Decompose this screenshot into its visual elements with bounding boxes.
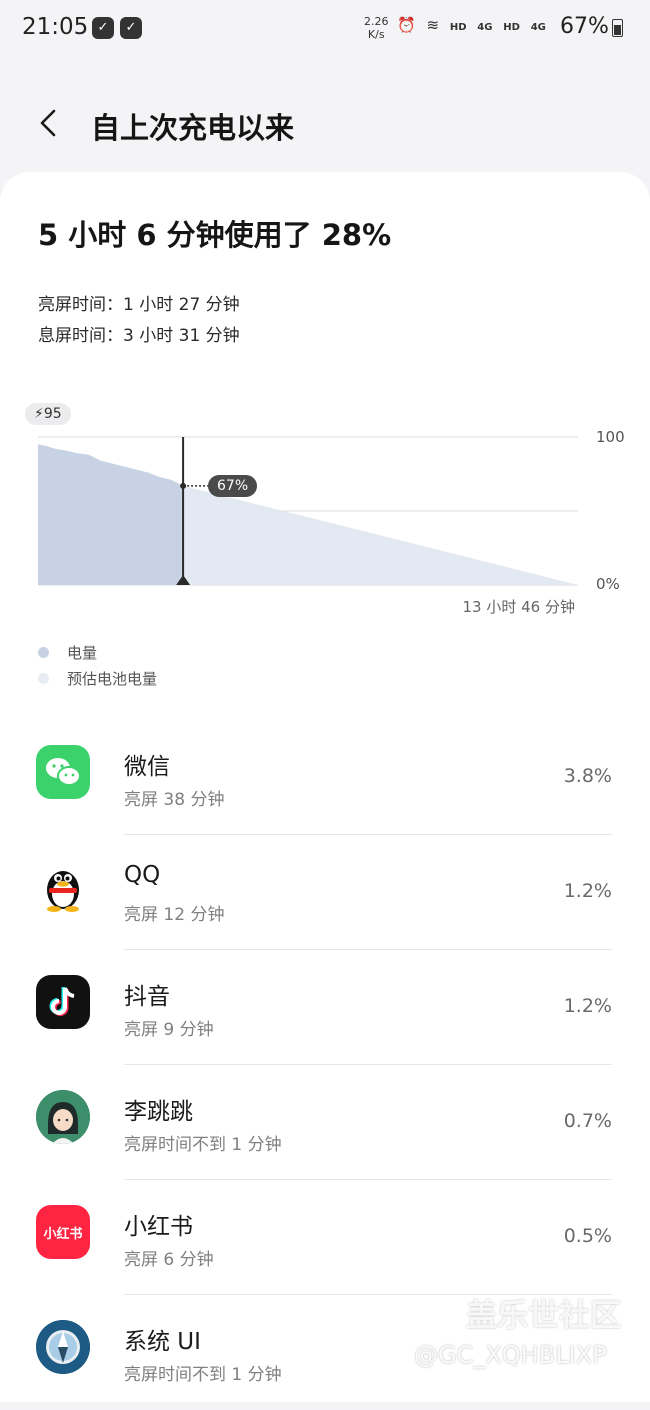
signal-icon: 4G: [477, 22, 493, 33]
watermark-site: 盖乐世社区: [466, 1298, 621, 1334]
battery-usage-card: 5 小时 6 分钟使用了 28% 亮屏时间：1 小时 27 分钟 息屏时间：3 …: [0, 172, 650, 1402]
xiaohongshu-icon: 小红书: [36, 1205, 90, 1259]
battery-level-area: [38, 444, 184, 585]
app-row-qq[interactable]: QQ 亮屏 12 分钟 1.2%: [0, 835, 650, 950]
app-row-wechat[interactable]: 微信 亮屏 38 分钟 3.8%: [0, 720, 650, 835]
hd-badge: HD: [503, 22, 520, 33]
check-notification-icon: ✓: [120, 17, 142, 39]
app-screen-time: 亮屏 6 分钟: [124, 1250, 214, 1270]
app-name: 抖音: [124, 984, 170, 1010]
app-usage-percent: 3.8%: [563, 765, 612, 787]
estimated-duration-label: 13 小时 46 分钟: [462, 598, 575, 616]
app-name: 小红书: [124, 1214, 193, 1240]
usage-summary: 5 小时 6 分钟使用了 28%: [38, 218, 392, 252]
app-row-litiaotiao[interactable]: 李跳跳 亮屏时间不到 1 分钟 0.7%: [0, 1065, 650, 1180]
app-usage-percent: 1.2%: [563, 995, 612, 1017]
estimate-area: [183, 485, 579, 585]
app-screen-time: 亮屏时间不到 1 分钟: [124, 1365, 282, 1385]
wifi-icon: ≋: [426, 16, 440, 34]
battery-chart-svg: [38, 436, 579, 586]
hd-badge: HD: [449, 22, 467, 33]
battery-icon: [612, 19, 623, 37]
app-name: 李跳跳: [124, 1099, 193, 1125]
app-screen-time: 亮屏 38 分钟: [124, 790, 225, 810]
charge-start-badge: ⚡95: [25, 403, 71, 425]
header: 自上次充电以来: [0, 88, 650, 160]
app-row-xiaohongshu[interactable]: 小红书 小红书 亮屏 6 分钟 0.5%: [0, 1180, 650, 1295]
current-level-callout: 67%: [208, 475, 258, 497]
alarm-icon: ⏰: [397, 16, 416, 34]
battery-chart: ⚡95 100 0% 67% 13 小时 46 分钟: [0, 398, 650, 628]
app-usage-percent: 0.5%: [563, 1225, 612, 1247]
app-screen-time: 亮屏 9 分钟: [124, 1020, 214, 1040]
legend-item-estimate: 预估电池电量: [38, 665, 157, 691]
legend-item-battery: 电量: [38, 639, 157, 665]
status-icons: ⏰ ≋ HD 4G HD 4G: [397, 16, 552, 34]
app-name: 微信: [124, 754, 170, 780]
app-usage-percent: 0.7%: [563, 1110, 612, 1132]
y-axis-max-label: 100: [596, 428, 625, 446]
network-speed: 2.26 K/s: [364, 15, 389, 41]
app-usage-percent: 1.2%: [563, 880, 612, 902]
douyin-icon: [36, 975, 90, 1029]
app-name: QQ: [124, 862, 161, 888]
litiaotiao-icon: [36, 1090, 90, 1144]
page-title: 自上次充电以来: [91, 111, 295, 145]
app-screen-time: 亮屏时间不到 1 分钟: [124, 1135, 282, 1155]
app-name: 系统 UI: [124, 1329, 201, 1355]
y-axis-min-label: 0%: [596, 575, 620, 593]
watermark-user: @GC_XQHBLIXP: [414, 1341, 607, 1369]
status-bar: 21:05 ✓ ✓ 2.26 K/s ⏰ ≋ HD 4G HD 4G 67%: [0, 0, 650, 60]
screen-on-time: 亮屏时间：1 小时 27 分钟: [38, 295, 240, 315]
back-icon[interactable]: [34, 108, 64, 138]
lightning-icon: ⚡: [34, 406, 44, 422]
check-notification-icon: ✓: [92, 17, 114, 39]
app-screen-time: 亮屏 12 分钟: [124, 905, 225, 925]
chart-legend: 电量 预估电池电量: [38, 639, 157, 691]
status-time: 21:05: [22, 14, 89, 40]
screen-off-time: 息屏时间：3 小时 31 分钟: [38, 326, 240, 346]
legend-dot: [38, 646, 49, 658]
battery-percent: 67%: [560, 14, 609, 39]
wechat-icon: [36, 745, 90, 799]
system-ui-icon: [36, 1320, 90, 1374]
qq-icon: [36, 860, 90, 914]
signal-icon: 4G: [530, 22, 546, 33]
app-row-douyin[interactable]: 抖音 亮屏 9 分钟 1.2%: [0, 950, 650, 1065]
legend-dot: [38, 672, 49, 684]
